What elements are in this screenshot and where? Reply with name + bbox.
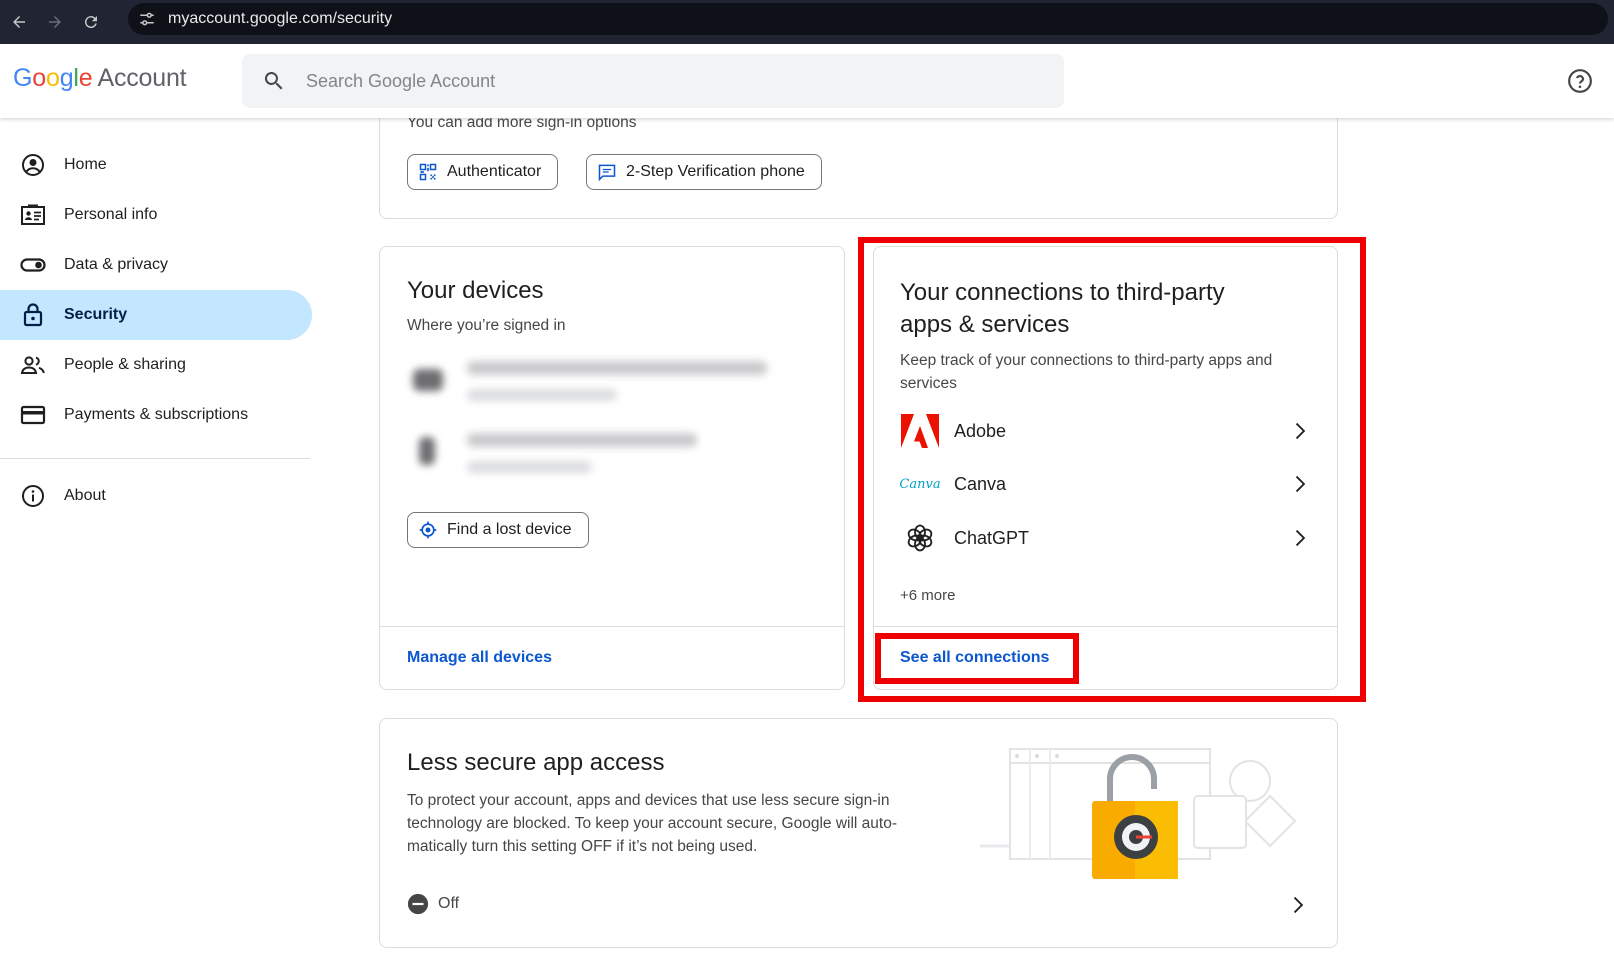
message-icon: [598, 164, 616, 182]
devices-card-divider: [380, 626, 844, 627]
less-secure-app-access-card[interactable]: Less secure app access To protect your a…: [379, 718, 1338, 948]
sidebar-item-label: Data & privacy: [64, 256, 169, 273]
google-account-logo[interactable]: Google Account: [13, 64, 187, 93]
device-detail-blurred: [467, 389, 617, 401]
logo-letter: G: [13, 64, 33, 92]
sidebar-item-label: People & sharing: [64, 356, 186, 373]
search-bar[interactable]: [242, 54, 1064, 108]
highlight-box-see-all: [875, 633, 1079, 684]
sidebar-item-label: Payments & subscriptions: [64, 406, 249, 423]
sidebar-item-people-sharing[interactable]: People & sharing: [0, 340, 312, 390]
device-name-blurred: [467, 433, 697, 447]
reload-button[interactable]: [74, 5, 108, 39]
logo-letter: g: [59, 64, 74, 92]
sidebar-item-label: Security: [64, 306, 128, 323]
less-secure-status-text: Off: [438, 895, 460, 912]
lock-icon: [20, 302, 46, 328]
authenticator-label: Authenticator: [447, 163, 542, 180]
logo-letter: e: [78, 64, 93, 92]
manage-all-devices-link[interactable]: Manage all devices: [407, 649, 552, 667]
search-icon[interactable]: [262, 69, 286, 93]
sidebar-item-label: About: [64, 487, 106, 504]
toggle-icon: [20, 252, 46, 278]
two-step-phone-label: 2-Step Verification phone: [626, 163, 805, 180]
info-icon: [20, 483, 46, 509]
logo-letter: o: [45, 64, 60, 92]
credit-card-icon: [20, 402, 46, 428]
account-circle-icon: [20, 152, 46, 178]
site-settings-icon[interactable]: [134, 6, 160, 32]
arrow-left-icon: [13, 16, 25, 28]
less-secure-desc-line: matically turn this setting OFF if it’s …: [407, 838, 758, 855]
sidebar-divider: [0, 458, 310, 459]
less-secure-title: Less secure app access: [407, 749, 665, 776]
device-name-blurred: [467, 361, 767, 375]
off-status-icon: [407, 893, 429, 915]
sidebar-item-security[interactable]: Security: [0, 290, 312, 340]
devices-card: Your devices Where you’re signed in Find…: [379, 246, 845, 690]
less-secure-desc-line: technology are blocked. To keep your acc…: [407, 815, 897, 832]
devices-title: Your devices: [407, 277, 544, 304]
people-icon: [20, 352, 46, 378]
arrow-right-icon: [49, 16, 61, 28]
reload-icon: [84, 16, 97, 29]
device-icon-blurred: [419, 437, 435, 465]
unlocked-padlock-illustration: [980, 748, 1297, 879]
device-entry-blurred[interactable]: [407, 355, 807, 415]
app-header: Google Account: [0, 44, 1614, 118]
forward-button[interactable]: [38, 5, 72, 39]
locate-icon: [419, 521, 437, 539]
back-button[interactable]: [2, 5, 36, 39]
qr-code-icon: [419, 163, 437, 181]
address-bar[interactable]: myaccount.google.com/security: [128, 3, 1608, 35]
chevron-right-icon: [1293, 896, 1304, 914]
help-icon[interactable]: [1567, 68, 1593, 94]
authenticator-chip[interactable]: Authenticator: [407, 154, 559, 190]
sidebar-item-label: Personal info: [64, 206, 158, 223]
browser-toolbar: myaccount.google.com/security: [0, 0, 1614, 44]
sidebar-item-home[interactable]: Home: [0, 140, 312, 190]
device-detail-blurred: [467, 461, 592, 473]
sidebar-item-label: Home: [64, 156, 107, 173]
less-secure-description: To protect your account, apps and device…: [407, 789, 897, 858]
id-card-icon: [20, 202, 46, 228]
find-lost-device-label: Find a lost device: [447, 521, 572, 538]
logo-letter: o: [32, 64, 46, 92]
logo-account-text: Account: [97, 64, 187, 92]
sidebar-item-about[interactable]: About: [0, 471, 312, 521]
sidebar-item-payments[interactable]: Payments & subscriptions: [0, 390, 312, 440]
two-step-phone-chip[interactable]: 2-Step Verification phone: [586, 154, 822, 190]
search-input[interactable]: [306, 70, 1006, 92]
devices-subtitle: Where you’re signed in: [407, 317, 566, 334]
device-icon-blurred: [413, 369, 443, 391]
device-entry-blurred[interactable]: [407, 427, 807, 487]
less-secure-desc-line: To protect your account, apps and device…: [407, 792, 890, 809]
sidebar-nav: Home Personal info Data & privacy Securi…: [0, 140, 312, 521]
less-secure-status: Off: [407, 893, 459, 915]
find-lost-device-button[interactable]: Find a lost device: [407, 512, 589, 548]
sidebar-item-personal-info[interactable]: Personal info: [0, 190, 312, 240]
sidebar-item-data-privacy[interactable]: Data & privacy: [0, 240, 312, 290]
url-text: myaccount.google.com/security: [168, 10, 393, 27]
